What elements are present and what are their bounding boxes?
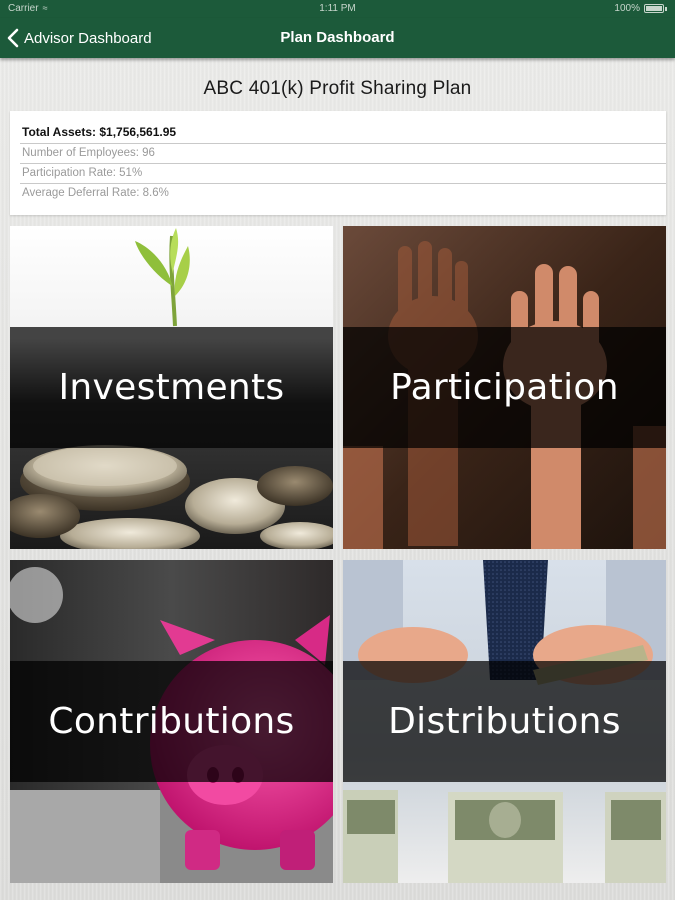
plan-summary-card: Total Assets: $1,756,561.95 Number of Em… [10, 111, 666, 215]
battery-percent: 100% [614, 3, 640, 14]
tile-participation-label: Participation [390, 367, 619, 408]
tile-participation[interactable]: Participation [343, 226, 666, 549]
tile-investments[interactable]: Investments [10, 226, 333, 549]
tile-distributions-label: Distributions [388, 701, 621, 742]
tile-label-band: Investments [10, 327, 333, 448]
plan-title: ABC 401(k) Profit Sharing Plan [203, 78, 472, 99]
tile-label-band: Contributions [10, 661, 333, 782]
status-bar: Carrier ≈ 1:11 PM 100% [0, 0, 675, 18]
participation-rate: Participation Rate: 51% [22, 167, 143, 179]
battery-indicator: 100% [614, 3, 667, 14]
tile-label-band: Participation [343, 327, 666, 448]
average-deferral-rate: Average Deferral Rate: 8.6% [22, 187, 169, 199]
tile-contributions-label: Contributions [48, 701, 295, 742]
tile-distributions[interactable]: Distributions [343, 560, 666, 883]
battery-tip [665, 6, 667, 11]
total-assets: Total Assets: $1,756,561.95 [22, 125, 177, 139]
tile-label-band: Distributions [343, 661, 666, 782]
tile-investments-label: Investments [58, 367, 285, 408]
status-time: 1:11 PM [319, 3, 356, 14]
navigation-bar: Advisor Dashboard Plan Dashboard [0, 18, 675, 58]
number-of-employees: Number of Employees: 96 [22, 147, 155, 159]
tile-contributions[interactable]: Contributions [10, 560, 333, 883]
nav-title: Plan Dashboard [280, 29, 395, 46]
battery-icon [644, 4, 664, 13]
